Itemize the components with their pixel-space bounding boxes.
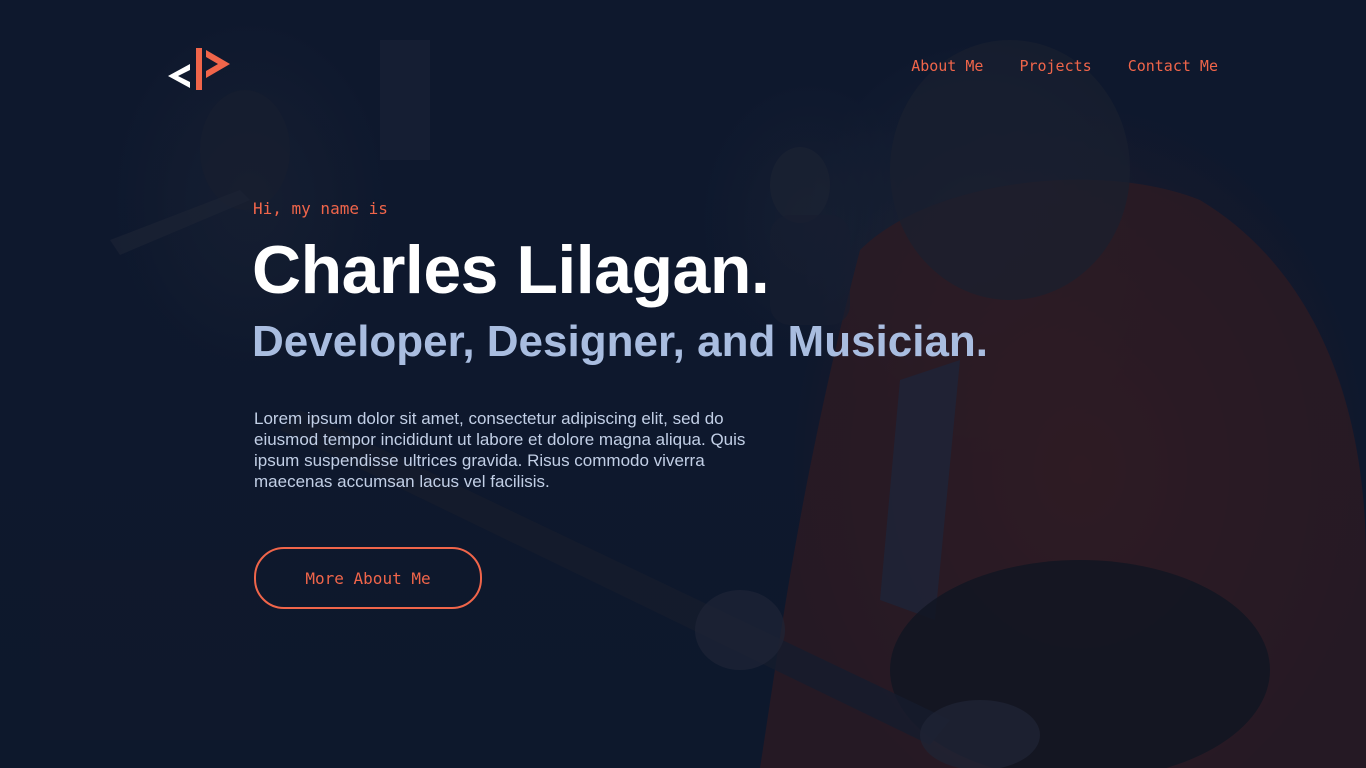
- greeting-text: Hi, my name is: [253, 199, 388, 218]
- landing-page: About Me Projects Contact Me Hi, my name…: [0, 0, 1366, 768]
- nav-contact-me[interactable]: Contact Me: [1128, 56, 1218, 76]
- hero-name: Charles Lilagan.: [252, 232, 770, 308]
- nav-projects[interactable]: Projects: [1019, 56, 1091, 76]
- code-brackets-logo-icon[interactable]: [168, 46, 232, 92]
- hero-section: Hi, my name is Charles Lilagan. Develope…: [252, 196, 1052, 492]
- top-nav: About Me Projects Contact Me: [911, 56, 1218, 76]
- hero-bio: Lorem ipsum dolor sit amet, consectetur …: [254, 409, 746, 491]
- hero-tagline: Developer, Designer, and Musician.: [252, 317, 989, 366]
- more-about-me-button[interactable]: More About Me: [254, 547, 482, 609]
- nav-about-me[interactable]: About Me: [911, 56, 983, 76]
